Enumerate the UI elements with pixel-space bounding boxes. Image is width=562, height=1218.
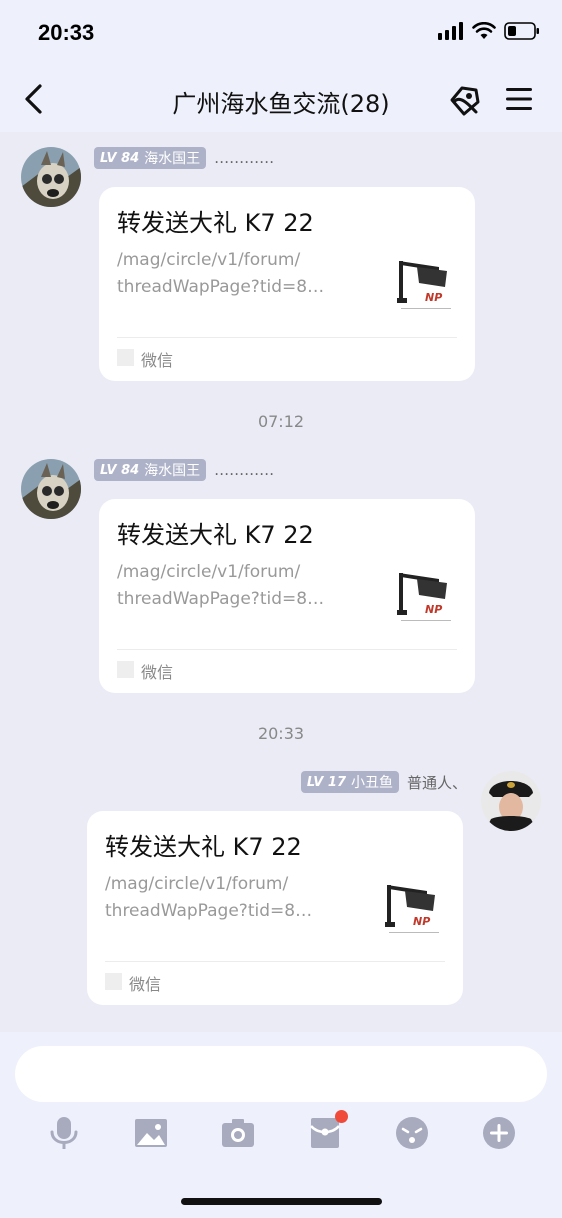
image-icon[interactable] bbox=[134, 1116, 168, 1150]
card-desc-line1: /mag/circle/v1/forum/ bbox=[117, 562, 301, 582]
sender-name: 海水国王 bbox=[144, 463, 201, 479]
sender-row: LV 84 海水国王 ………… bbox=[94, 459, 274, 481]
chat-area[interactable]: LV 84 海水国王 ………… 转发送大礼 K7 22 /mag/circle/… bbox=[0, 132, 562, 1032]
avatar[interactable] bbox=[21, 147, 81, 207]
plus-icon[interactable] bbox=[482, 1116, 516, 1150]
card-source: 微信 bbox=[141, 351, 174, 370]
card-source: 微信 bbox=[129, 975, 162, 994]
sender-title: 普通人、 bbox=[406, 773, 467, 792]
level-badge: LV 84 海水国王 bbox=[94, 459, 207, 481]
time-separator: 20:33 bbox=[257, 724, 305, 743]
level-number: LV 84 bbox=[100, 150, 140, 166]
card-divider bbox=[117, 337, 457, 338]
avatar[interactable] bbox=[21, 459, 81, 519]
card-desc-line1: /mag/circle/v1/forum/ bbox=[105, 874, 289, 894]
sender-title: ………… bbox=[214, 149, 275, 167]
camera-icon[interactable] bbox=[221, 1116, 255, 1150]
card-title: 转发送大礼 K7 22 bbox=[105, 833, 302, 861]
input-toolbar bbox=[0, 1110, 562, 1152]
input-area bbox=[0, 1032, 562, 1218]
red-envelope-button[interactable] bbox=[308, 1110, 348, 1150]
sender-row: LV 84 海水国王 ………… bbox=[94, 147, 274, 169]
signal-icon bbox=[438, 22, 463, 40]
card-desc-line2: threadWapPage?tid=8… bbox=[105, 901, 313, 921]
sender-name: 海水国王 bbox=[144, 151, 201, 167]
wechat-icon bbox=[117, 349, 134, 366]
wechat-icon bbox=[117, 661, 134, 678]
notification-dot bbox=[335, 1110, 348, 1123]
status-time: 20:33 bbox=[38, 20, 95, 45]
level-number: LV 17 bbox=[306, 774, 346, 790]
level-number: LV 84 bbox=[100, 462, 140, 478]
nav-bar: 广州海水鱼交流(28) bbox=[0, 70, 562, 132]
card-description: /mag/circle/v1/forum/ threadWapPage?tid=… bbox=[117, 559, 347, 613]
wechat-icon bbox=[105, 973, 122, 990]
svg-text:NP: NP bbox=[413, 915, 430, 928]
svg-text:NP: NP bbox=[425, 291, 442, 304]
battery-icon bbox=[504, 22, 539, 40]
menu-icon[interactable] bbox=[504, 84, 534, 114]
share-icon[interactable] bbox=[444, 82, 482, 118]
link-card[interactable]: 转发送大礼 K7 22 /mag/circle/v1/forum/ thread… bbox=[99, 187, 475, 381]
wifi-icon bbox=[472, 22, 496, 39]
microphone-icon[interactable] bbox=[47, 1116, 81, 1150]
card-divider bbox=[117, 649, 457, 650]
status-icons bbox=[438, 22, 540, 40]
light-fixture-thumbnail: NP bbox=[389, 253, 459, 323]
level-badge: LV 84 海水国王 bbox=[94, 147, 207, 169]
sender-row: LV 17 小丑鱼 普通人、 bbox=[300, 771, 467, 793]
light-fixture-thumbnail: NP bbox=[389, 565, 459, 635]
svg-text:NP: NP bbox=[425, 603, 442, 616]
emoji-icon[interactable] bbox=[395, 1116, 429, 1150]
message-input[interactable] bbox=[15, 1046, 547, 1102]
link-card[interactable]: 转发送大礼 K7 22 /mag/circle/v1/forum/ thread… bbox=[87, 811, 463, 1005]
card-desc-line1: /mag/circle/v1/forum/ bbox=[117, 250, 301, 270]
card-description: /mag/circle/v1/forum/ threadWapPage?tid=… bbox=[117, 247, 347, 301]
link-card[interactable]: 转发送大礼 K7 22 /mag/circle/v1/forum/ thread… bbox=[99, 499, 475, 693]
card-source: 微信 bbox=[141, 663, 174, 682]
status-bar: 20:33 bbox=[0, 0, 562, 70]
card-description: /mag/circle/v1/forum/ threadWapPage?tid=… bbox=[105, 871, 335, 925]
card-divider bbox=[105, 961, 445, 962]
light-fixture-thumbnail: NP bbox=[377, 877, 447, 947]
card-desc-line2: threadWapPage?tid=8… bbox=[117, 589, 325, 609]
card-title: 转发送大礼 K7 22 bbox=[117, 521, 314, 549]
level-badge: LV 17 小丑鱼 bbox=[300, 771, 399, 793]
avatar[interactable] bbox=[481, 771, 541, 831]
home-indicator bbox=[181, 1198, 382, 1205]
sender-title: ………… bbox=[214, 461, 275, 479]
card-desc-line2: threadWapPage?tid=8… bbox=[117, 277, 325, 297]
card-title: 转发送大礼 K7 22 bbox=[117, 209, 314, 237]
time-separator: 07:12 bbox=[257, 412, 305, 431]
sender-name: 小丑鱼 bbox=[350, 775, 393, 791]
